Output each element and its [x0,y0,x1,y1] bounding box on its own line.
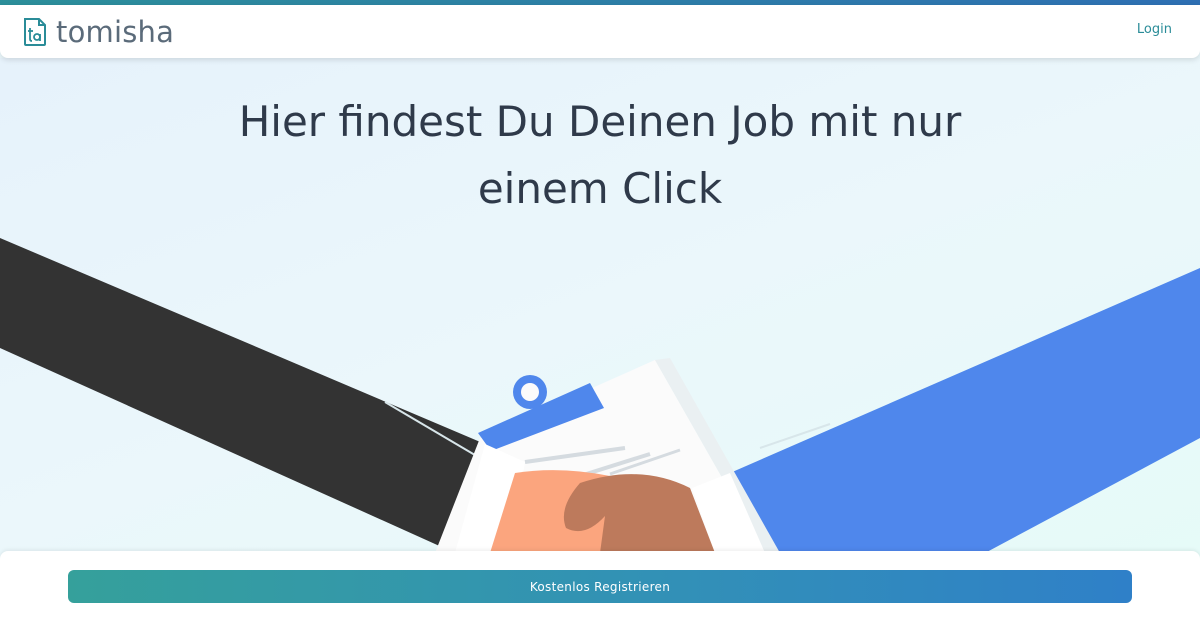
register-button[interactable]: Kostenlos Registrieren [68,570,1132,603]
brand-logo[interactable]: tomisha [22,15,174,49]
brand-name: tomisha [56,15,175,49]
logo-icon [24,18,46,46]
left-sleeve [0,238,485,553]
login-link[interactable]: Login [1137,22,1172,37]
hero-section: Hier findest Du Deinen Job mit nur einem… [0,58,1200,568]
hero-title-line1: Hier findest Du Deinen Job mit nur [238,97,962,146]
navbar: tomisha Login [0,5,1200,58]
hero-title-line2: einem Click [477,164,723,213]
hero-title: Hier findest Du Deinen Job mit nur einem… [150,88,1050,222]
cta-panel: Kostenlos Registrieren [0,551,1200,627]
right-sleeve [730,268,1200,553]
